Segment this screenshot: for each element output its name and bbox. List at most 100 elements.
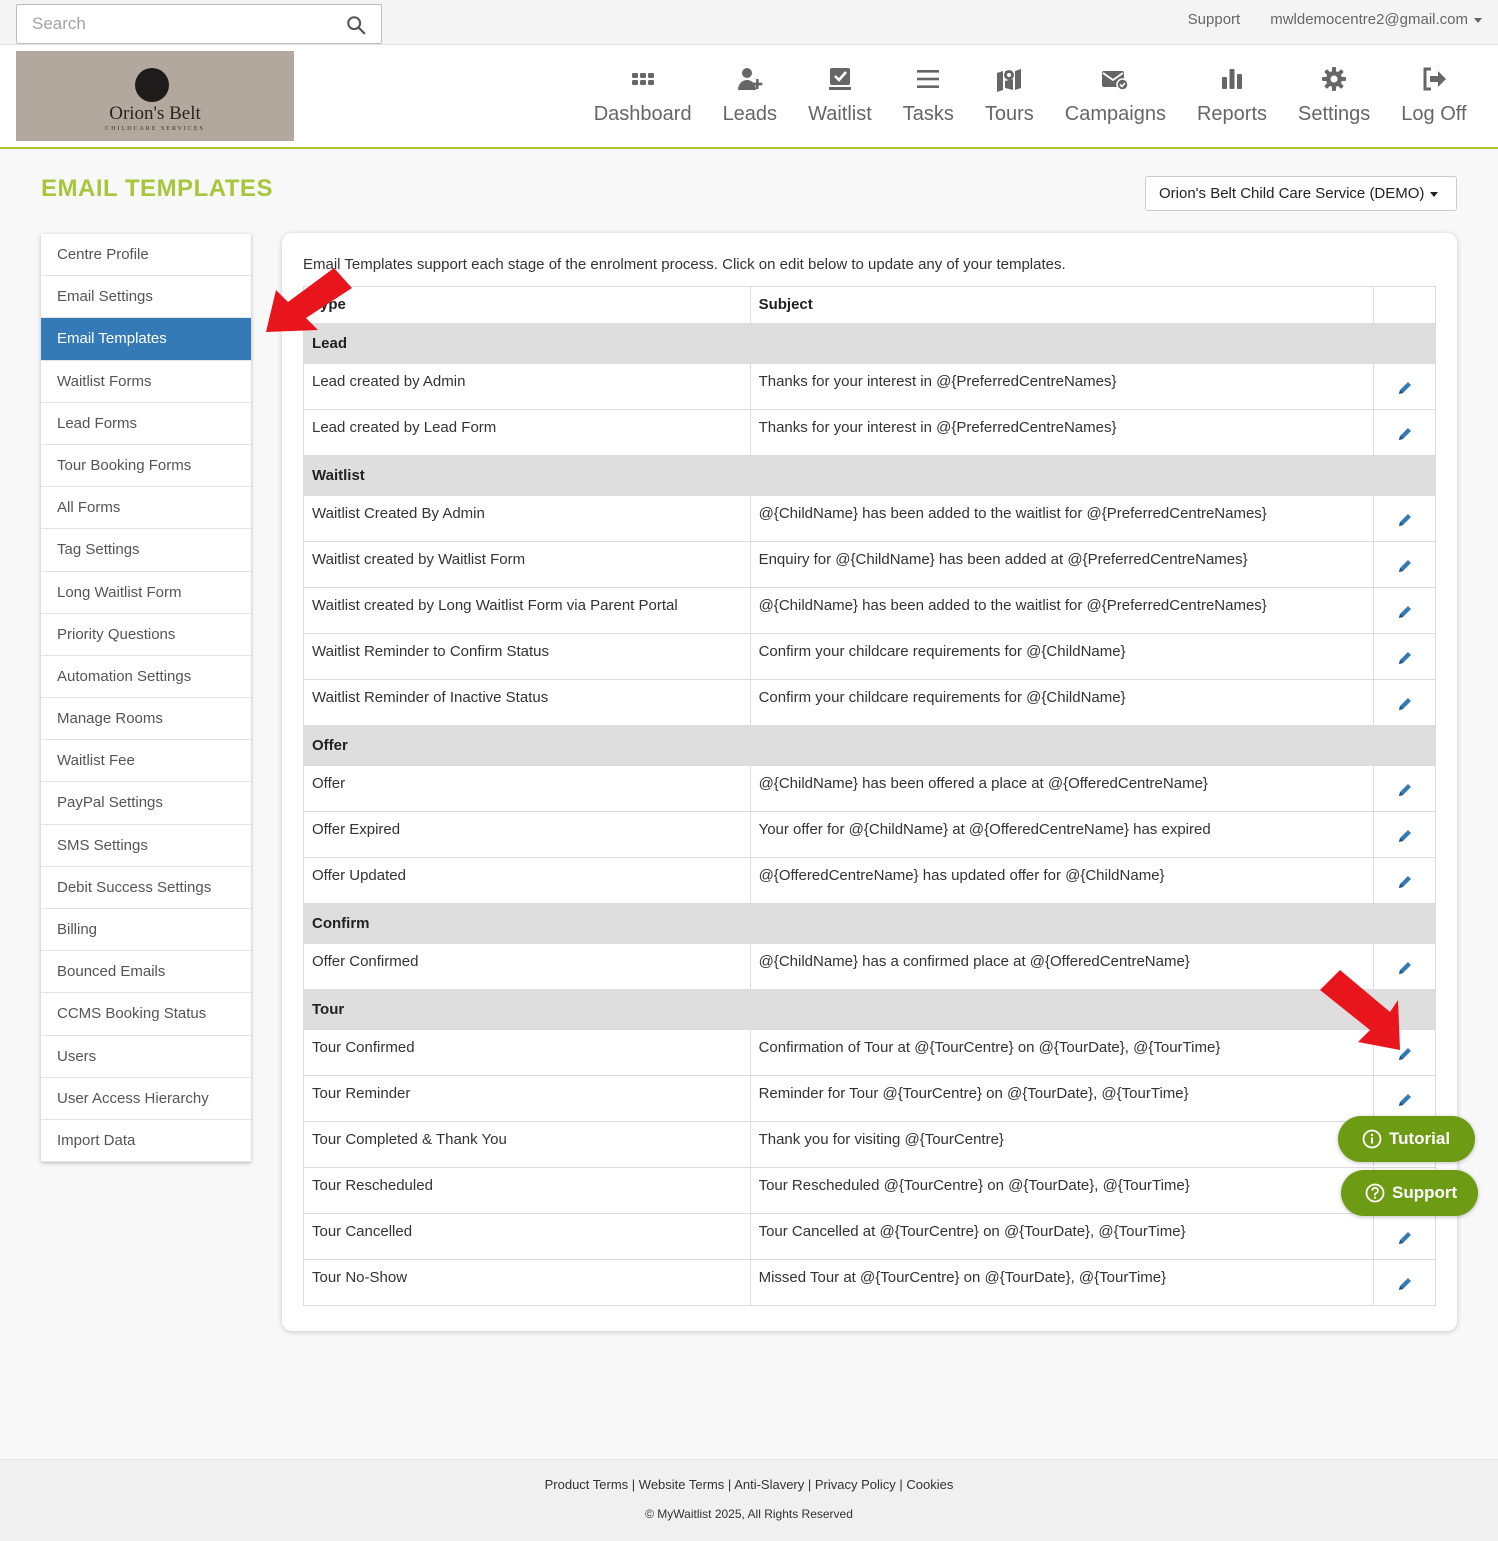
nav-tasks[interactable]: Tasks bbox=[887, 65, 969, 126]
template-subject: Reminder for Tour @{TourCentre} on @{Tou… bbox=[749, 1075, 1375, 1122]
sidebar-item-waitlist-fee[interactable]: Waitlist Fee bbox=[41, 740, 251, 783]
template-type: Waitlist Created By Admin bbox=[303, 495, 751, 542]
sidebar-item-bounced-emails[interactable]: Bounced Emails bbox=[41, 951, 251, 994]
template-type: Offer Updated bbox=[303, 857, 751, 904]
table-header: Type Subject bbox=[303, 286, 1436, 324]
sidebar-item-email-settings[interactable]: Email Settings bbox=[41, 276, 251, 319]
template-type: Waitlist created by Waitlist Form bbox=[303, 541, 751, 588]
sidebar-item-import-data[interactable]: Import Data bbox=[41, 1120, 251, 1163]
support-button[interactable]: Support bbox=[1341, 1170, 1478, 1216]
template-type: Offer Expired bbox=[303, 811, 751, 858]
search-icon[interactable] bbox=[345, 14, 367, 36]
sidebar-item-user-access-hierarchy[interactable]: User Access Hierarchy bbox=[41, 1078, 251, 1120]
sidebar-item-tour-booking-forms[interactable]: Tour Booking Forms bbox=[41, 445, 251, 488]
edit-pencil-icon[interactable] bbox=[1397, 782, 1413, 798]
sidebar-item-paypal-settings[interactable]: PayPal Settings bbox=[41, 782, 251, 825]
edit-cell bbox=[1373, 633, 1436, 680]
gear-icon bbox=[1322, 67, 1347, 91]
sidebar-item-billing[interactable]: Billing bbox=[41, 909, 251, 952]
edit-pencil-icon[interactable] bbox=[1397, 426, 1413, 442]
logo[interactable]: Orion's Belt CHILDCARE SERVICES bbox=[16, 51, 294, 141]
group-row: Waitlist bbox=[303, 455, 1436, 496]
group-label: Waitlist bbox=[303, 455, 1436, 496]
table-row: Offer @{ChildName} has been offered a pla… bbox=[303, 765, 1436, 812]
settings-menu: Centre Profile Email Settings Email Templa… bbox=[41, 234, 251, 1163]
sidebar-item-priority-questions[interactable]: Priority Questions bbox=[41, 614, 251, 656]
tutorial-button[interactable]: Tutorial bbox=[1338, 1116, 1475, 1162]
table-row: Waitlist created by Long Waitlist Form v… bbox=[303, 587, 1436, 634]
footer-separator: | bbox=[895, 1477, 907, 1492]
footer-link-product-terms[interactable]: Product Terms bbox=[545, 1477, 629, 1492]
edit-pencil-icon[interactable] bbox=[1397, 1276, 1413, 1292]
nav-log-off[interactable]: Log Off bbox=[1386, 65, 1482, 126]
template-subject: Confirmation of Tour at @{TourCentre} on… bbox=[749, 1029, 1375, 1076]
table-row: Tour Completed & Thank You Thank you for … bbox=[303, 1121, 1436, 1168]
nav-label: Settings bbox=[1298, 103, 1371, 125]
nav-waitlist[interactable]: Waitlist bbox=[793, 65, 888, 126]
edit-pencil-icon[interactable] bbox=[1397, 874, 1413, 890]
centre-select[interactable]: Orion's Belt Child Care Service (DEMO) bbox=[1145, 176, 1457, 211]
nav-tours[interactable]: Tours bbox=[969, 65, 1049, 126]
edit-pencil-icon[interactable] bbox=[1397, 512, 1413, 528]
sidebar-item-manage-rooms[interactable]: Manage Rooms bbox=[41, 698, 251, 741]
template-type: Lead created by Admin bbox=[303, 363, 751, 410]
nav-settings[interactable]: Settings bbox=[1283, 65, 1386, 126]
info-icon bbox=[1362, 1129, 1382, 1149]
sidebar-item-sms-settings[interactable]: SMS Settings bbox=[41, 825, 251, 867]
search-input[interactable] bbox=[17, 5, 317, 43]
edit-pencil-icon[interactable] bbox=[1397, 650, 1413, 666]
edit-cell bbox=[1373, 363, 1436, 410]
sidebar-item-all-forms[interactable]: All Forms bbox=[41, 487, 251, 530]
sidebar-item-centre-profile[interactable]: Centre Profile bbox=[41, 234, 251, 277]
support-link[interactable]: Support bbox=[1188, 11, 1241, 28]
edit-pencil-icon[interactable] bbox=[1397, 558, 1413, 574]
account-menu[interactable]: mwldemocentre2@gmail.com bbox=[1270, 11, 1482, 28]
edit-pencil-icon[interactable] bbox=[1397, 1230, 1413, 1246]
template-subject: Enquiry for @{ChildName} has been added … bbox=[749, 541, 1375, 588]
footer-link-anti-slavery[interactable]: Anti-Slavery bbox=[734, 1477, 804, 1492]
table-row: Waitlist created by Waitlist Form Enquiry… bbox=[303, 541, 1436, 588]
sidebar-item-users[interactable]: Users bbox=[41, 1036, 251, 1078]
edit-cell bbox=[1373, 409, 1436, 456]
nav-leads[interactable]: Leads bbox=[707, 65, 793, 126]
group-row: Offer bbox=[303, 725, 1436, 766]
table-row: Tour Reminder Reminder for Tour @{TourCen… bbox=[303, 1075, 1436, 1122]
edit-pencil-icon[interactable] bbox=[1397, 1092, 1413, 1108]
logo-subtitle: CHILDCARE SERVICES bbox=[105, 126, 205, 132]
template-type: Tour No-Show bbox=[303, 1259, 751, 1306]
edit-pencil-icon[interactable] bbox=[1397, 696, 1413, 712]
edit-cell bbox=[1373, 679, 1436, 726]
templates-table: Type Subject Lead Lead created by Admin Th… bbox=[303, 286, 1436, 1306]
group-row: Confirm bbox=[303, 903, 1436, 944]
template-type: Tour Rescheduled bbox=[303, 1167, 751, 1214]
edit-pencil-icon[interactable] bbox=[1397, 380, 1413, 396]
sidebar-item-automation-settings[interactable]: Automation Settings bbox=[41, 656, 251, 699]
template-subject: @{ChildName} has been offered a place at… bbox=[749, 765, 1375, 812]
sidebar-item-lead-forms[interactable]: Lead Forms bbox=[41, 403, 251, 445]
nav-label: Tasks bbox=[902, 103, 954, 125]
sidebar-item-long-waitlist-form[interactable]: Long Waitlist Form bbox=[41, 572, 251, 614]
main-nav: Dashboard Leads Waitlist Tasks Tours Cam… bbox=[578, 65, 1482, 126]
sidebar-item-waitlist-forms[interactable]: Waitlist Forms bbox=[41, 361, 251, 403]
nav-reports[interactable]: Reports bbox=[1181, 65, 1282, 126]
copyright: © MyWaitlist 2025, All Rights Reserved bbox=[645, 1507, 853, 1521]
template-subject: Your offer for @{ChildName} at @{Offered… bbox=[749, 811, 1375, 858]
sidebar-item-tag-settings[interactable]: Tag Settings bbox=[41, 529, 251, 572]
sidebar-item-debit-success-settings[interactable]: Debit Success Settings bbox=[41, 867, 251, 909]
edit-pencil-icon[interactable] bbox=[1397, 828, 1413, 844]
template-subject: Confirm your childcare requirements for … bbox=[749, 633, 1375, 680]
sidebar-item-ccms-booking-status[interactable]: CCMS Booking Status bbox=[41, 993, 251, 1036]
template-subject: Missed Tour at @{TourCentre} on @{TourDa… bbox=[749, 1259, 1375, 1306]
edit-pencil-icon[interactable] bbox=[1397, 604, 1413, 620]
footer-link-privacy-policy[interactable]: Privacy Policy bbox=[815, 1477, 896, 1492]
nav-dashboard[interactable]: Dashboard bbox=[578, 65, 707, 126]
chevron-down-icon bbox=[1430, 191, 1439, 197]
template-type: Waitlist Reminder of Inactive Status bbox=[303, 679, 751, 726]
main-header: Orion's Belt CHILDCARE SERVICES Dashboar… bbox=[0, 45, 1498, 149]
template-subject: Tour Cancelled at @{TourCentre} on @{Tou… bbox=[749, 1213, 1375, 1260]
map-icon bbox=[997, 69, 1022, 92]
sidebar-item-email-templates[interactable]: Email Templates bbox=[41, 318, 251, 361]
footer-link-website-terms[interactable]: Website Terms bbox=[639, 1477, 725, 1492]
nav-campaigns[interactable]: Campaigns bbox=[1049, 65, 1181, 126]
footer-link-cookies[interactable]: Cookies bbox=[906, 1477, 953, 1492]
